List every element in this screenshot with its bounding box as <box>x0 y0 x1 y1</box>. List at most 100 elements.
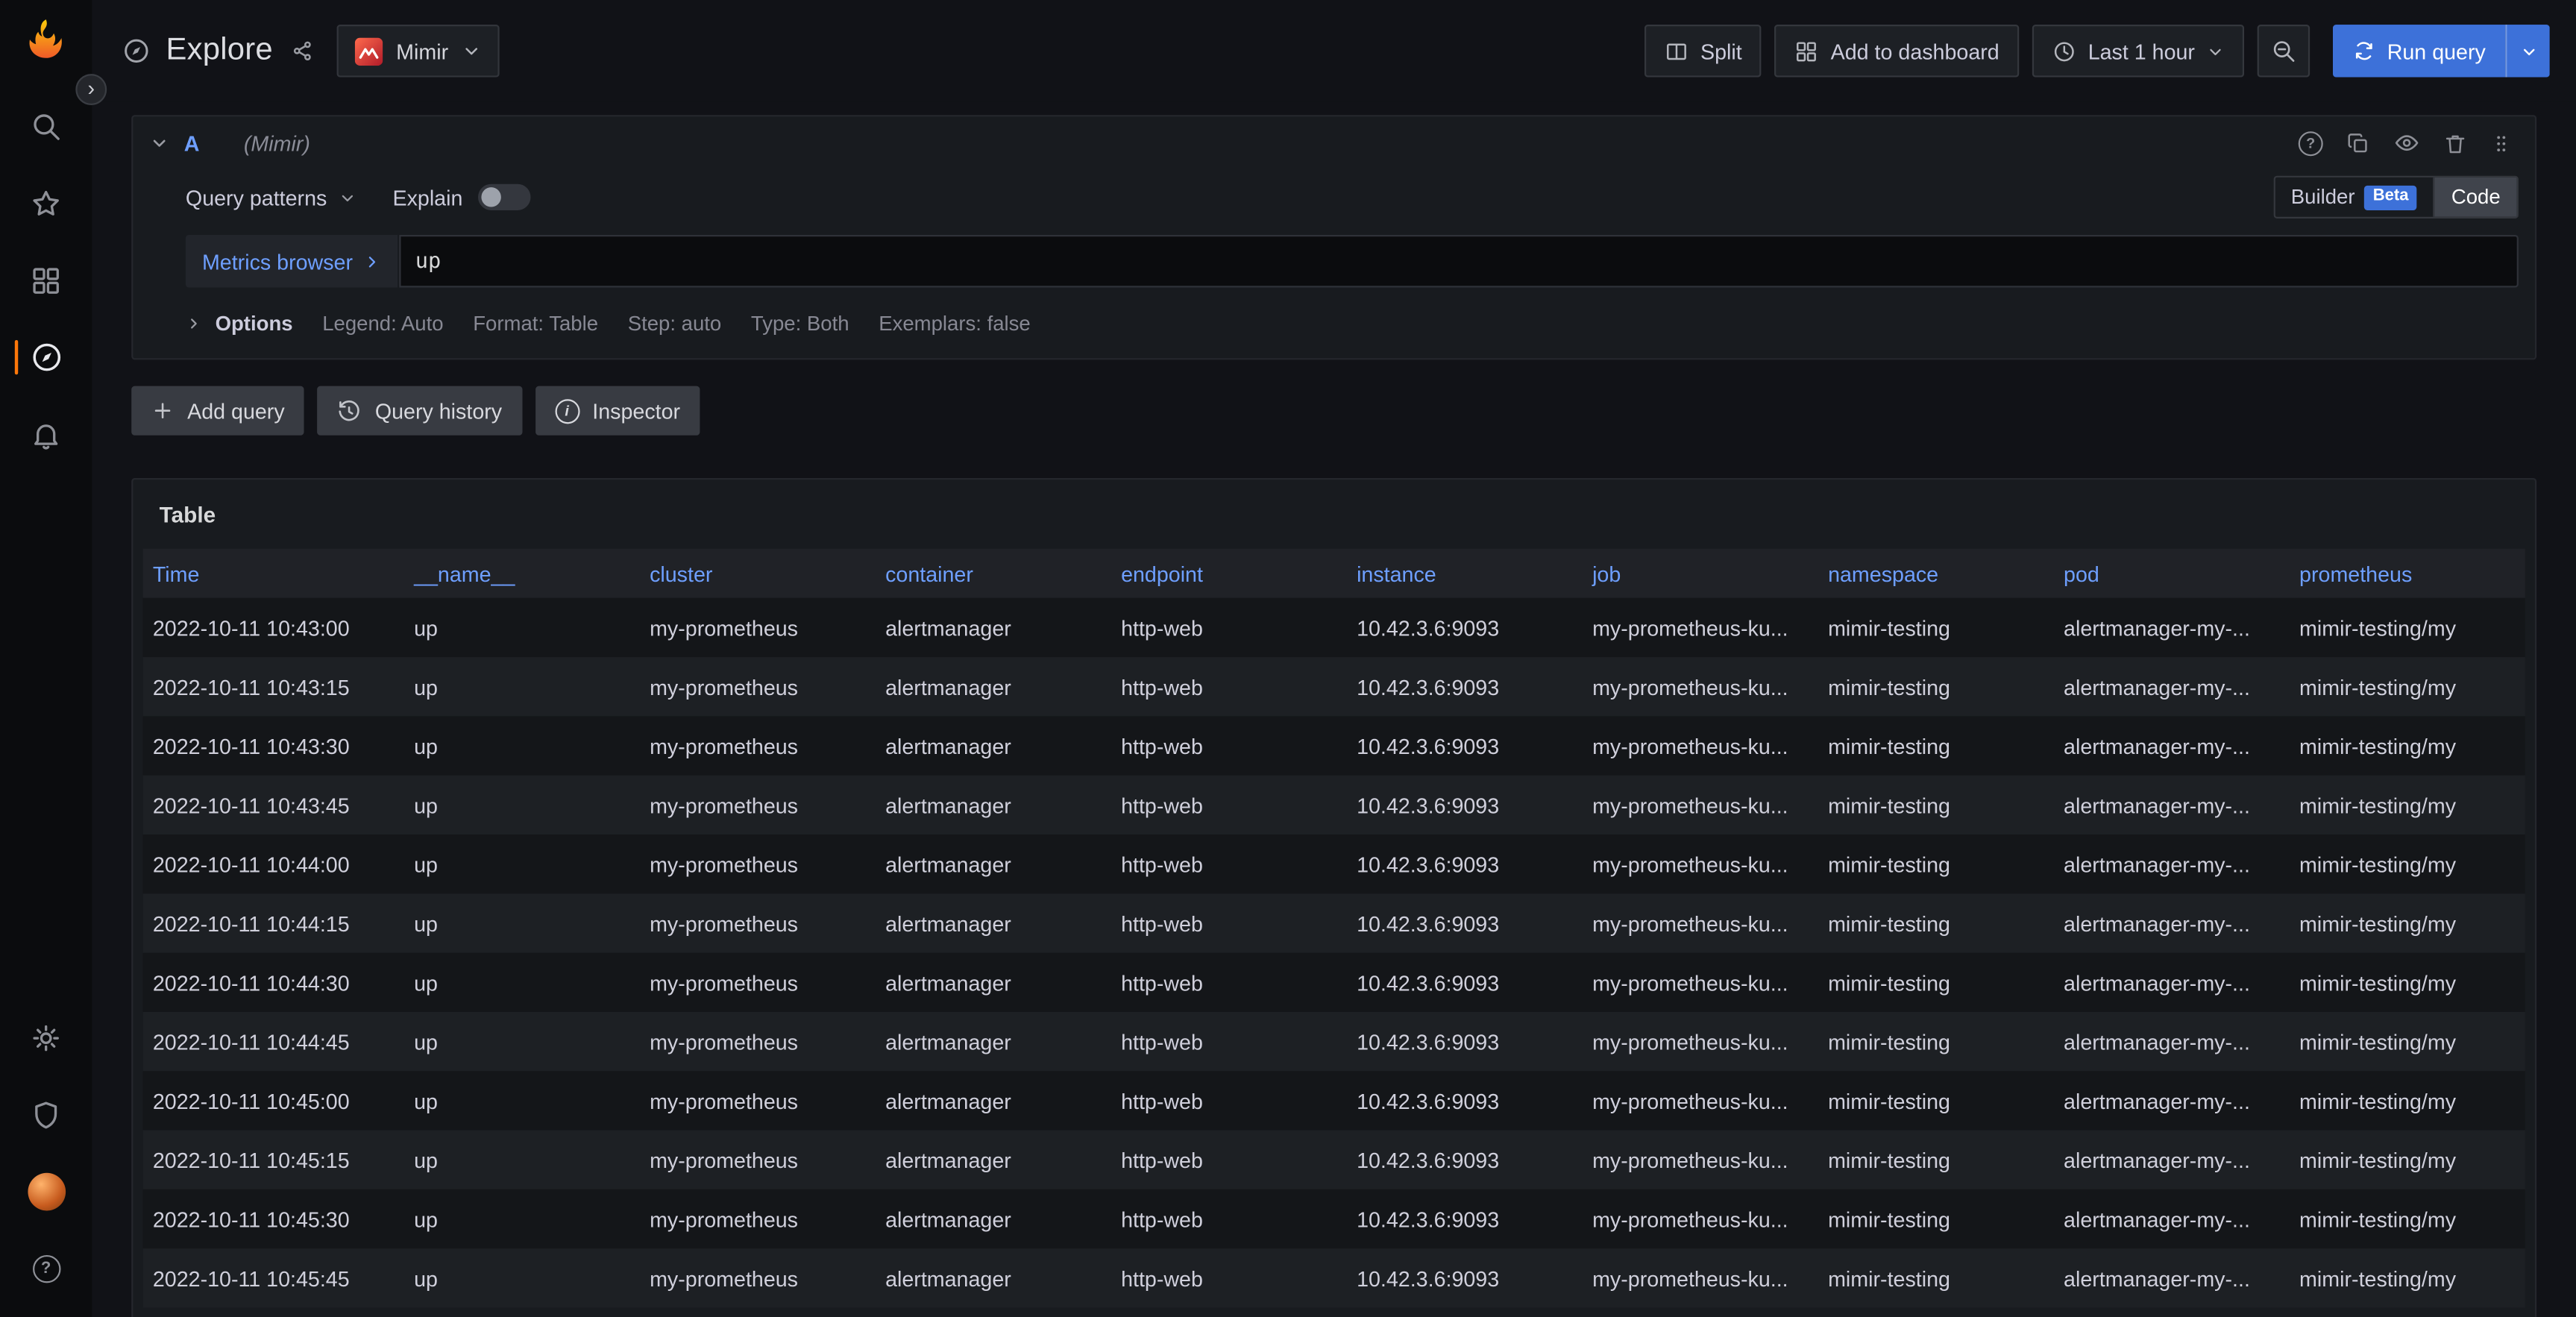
column-header-prometheus[interactable]: prometheus <box>2290 561 2525 585</box>
table-cell: mimir-testing <box>1818 674 2054 699</box>
zoom-out-button[interactable] <box>2258 25 2310 77</box>
table-cell: up <box>404 674 640 699</box>
header-actions: Split Add to dashboard Last 1 hour <box>1644 25 2550 77</box>
sidebar-item-help[interactable]: ? <box>0 1230 92 1308</box>
sidebar-item-alerting[interactable] <box>0 396 92 474</box>
sidebar-expand-button[interactable]: › <box>75 74 107 105</box>
inspector-button[interactable]: i Inspector <box>535 386 700 436</box>
column-header-name[interactable]: __name__ <box>404 561 640 585</box>
option-format: Format: Table <box>473 312 598 336</box>
datasource-picker[interactable]: Mimir <box>337 25 500 77</box>
query-editor-body: Query patterns Explain Builder Beta <box>133 169 2534 358</box>
query-history-button[interactable]: Query history <box>318 386 522 436</box>
history-icon <box>337 398 362 423</box>
run-query-dropdown-button[interactable] <box>2505 25 2549 77</box>
table-cell: 2022-10-11 10:43:30 <box>143 734 404 758</box>
table-cell: alertmanager-my-... <box>2054 674 2290 699</box>
builder-mode-option[interactable]: Builder Beta <box>2275 177 2434 217</box>
sidebar-item-starred[interactable] <box>0 164 92 242</box>
query-input[interactable] <box>399 235 2519 287</box>
table-cell: my-prometheus <box>640 1207 876 1231</box>
column-header-instance[interactable]: instance <box>1347 561 1583 585</box>
table-cell: my-prometheus <box>640 1088 876 1113</box>
sidebar-item-explore[interactable] <box>0 318 92 396</box>
add-query-button[interactable]: Add query <box>131 386 304 436</box>
table-cell: my-prometheus-ku... <box>1583 734 1818 758</box>
table-cell: 2022-10-11 10:43:00 <box>143 615 404 640</box>
table-cell: my-prometheus <box>640 674 876 699</box>
table-cell: http-web <box>1111 1266 1347 1290</box>
table-cell: 2022-10-11 10:45:15 <box>143 1148 404 1172</box>
options-collapse[interactable]: Options <box>186 312 293 336</box>
table-row: 2022-10-11 10:44:15upmy-prometheusalertm… <box>143 893 2525 952</box>
table-cell: alertmanager-my-... <box>2054 970 2290 995</box>
table-cell: mimir-testing <box>1818 793 2054 817</box>
datasource-help-icon[interactable]: ? <box>2299 131 2323 155</box>
plus-icon <box>151 399 175 422</box>
table-row: 2022-10-11 10:45:30upmy-prometheusalertm… <box>143 1189 2525 1248</box>
options-label: Options <box>216 312 293 336</box>
table-cell: mimir-testing/my <box>2290 911 2525 935</box>
table-cell: my-prometheus <box>640 793 876 817</box>
table-cell: mimir-testing/my <box>2290 1029 2525 1054</box>
table-cell: my-prometheus <box>640 734 876 758</box>
table-cell: my-prometheus-ku... <box>1583 1029 1818 1054</box>
sync-icon <box>2352 40 2375 63</box>
table-cell: my-prometheus <box>640 1266 876 1290</box>
column-header-job[interactable]: job <box>1583 561 1818 585</box>
split-icon <box>1665 39 1689 63</box>
code-mode-option[interactable]: Code <box>2434 177 2517 217</box>
explain-label: Explain <box>392 185 462 210</box>
add-to-dashboard-button[interactable]: Add to dashboard <box>1775 25 2019 77</box>
column-header-cluster[interactable]: cluster <box>640 561 876 585</box>
time-range-picker[interactable]: Last 1 hour <box>2032 25 2244 77</box>
table-cell: 10.42.3.6:9093 <box>1347 674 1583 699</box>
compass-icon <box>29 340 63 374</box>
table-cell: my-prometheus <box>640 615 876 640</box>
table-cell: up <box>404 911 640 935</box>
chevron-right-icon: › <box>87 78 95 99</box>
table-cell: 2022-10-11 10:44:45 <box>143 1029 404 1054</box>
column-header-namespace[interactable]: namespace <box>1818 561 2054 585</box>
chevron-right-icon <box>362 252 380 270</box>
copy-icon[interactable] <box>2346 131 2371 155</box>
sidebar-item-profile[interactable] <box>0 1153 92 1230</box>
table-cell: 10.42.3.6:9093 <box>1347 911 1583 935</box>
query-ref-id[interactable]: A <box>184 131 200 155</box>
run-query-button[interactable]: Run query <box>2333 25 2505 77</box>
table-cell: alertmanager-my-... <box>2054 1029 2290 1054</box>
sidebar-item-server-admin[interactable] <box>0 1076 92 1154</box>
eye-icon[interactable] <box>2393 130 2419 156</box>
metrics-browser-button[interactable]: Metrics browser <box>186 235 398 287</box>
run-query-group: Run query <box>2333 25 2550 77</box>
table-cell: mimir-testing <box>1818 1029 2054 1054</box>
sidebar-item-dashboards[interactable] <box>0 242 92 319</box>
mimir-logo-icon <box>355 37 383 65</box>
collapse-query-icon[interactable] <box>149 133 169 152</box>
sidebar-item-configuration[interactable] <box>0 999 92 1076</box>
table-cell: alertmanager <box>876 674 1111 699</box>
query-patterns-dropdown[interactable]: Query patterns <box>186 185 356 210</box>
query-editor-panel: A (Mimir) ? <box>131 115 2536 359</box>
table-cell: up <box>404 734 640 758</box>
sidebar-bottom-items: ? <box>0 999 92 1317</box>
table-cell: mimir-testing <box>1818 911 2054 935</box>
share-icon[interactable] <box>291 40 314 63</box>
query-datasource-hint: (Mimir) <box>244 131 310 155</box>
table-row: 2022-10-11 10:44:00upmy-prometheusalertm… <box>143 834 2525 893</box>
split-button[interactable]: Split <box>1644 25 1762 77</box>
builder-label: Builder <box>2291 186 2355 209</box>
explain-toggle[interactable] <box>477 184 530 210</box>
column-header-endpoint[interactable]: endpoint <box>1111 561 1347 585</box>
trash-icon[interactable] <box>2443 131 2468 155</box>
grafana-logo-icon[interactable] <box>22 16 71 71</box>
option-step: Step: auto <box>628 312 722 336</box>
table-cell: alertmanager-my-... <box>2054 1207 2290 1231</box>
column-header-time[interactable]: Time <box>143 561 404 585</box>
question-circle-icon: ? <box>32 1255 60 1283</box>
drag-handle-icon[interactable] <box>2490 131 2512 155</box>
table-cell: mimir-testing <box>1818 734 2054 758</box>
column-header-pod[interactable]: pod <box>2054 561 2290 585</box>
table-cell: http-web <box>1111 852 1347 876</box>
column-header-container[interactable]: container <box>876 561 1111 585</box>
